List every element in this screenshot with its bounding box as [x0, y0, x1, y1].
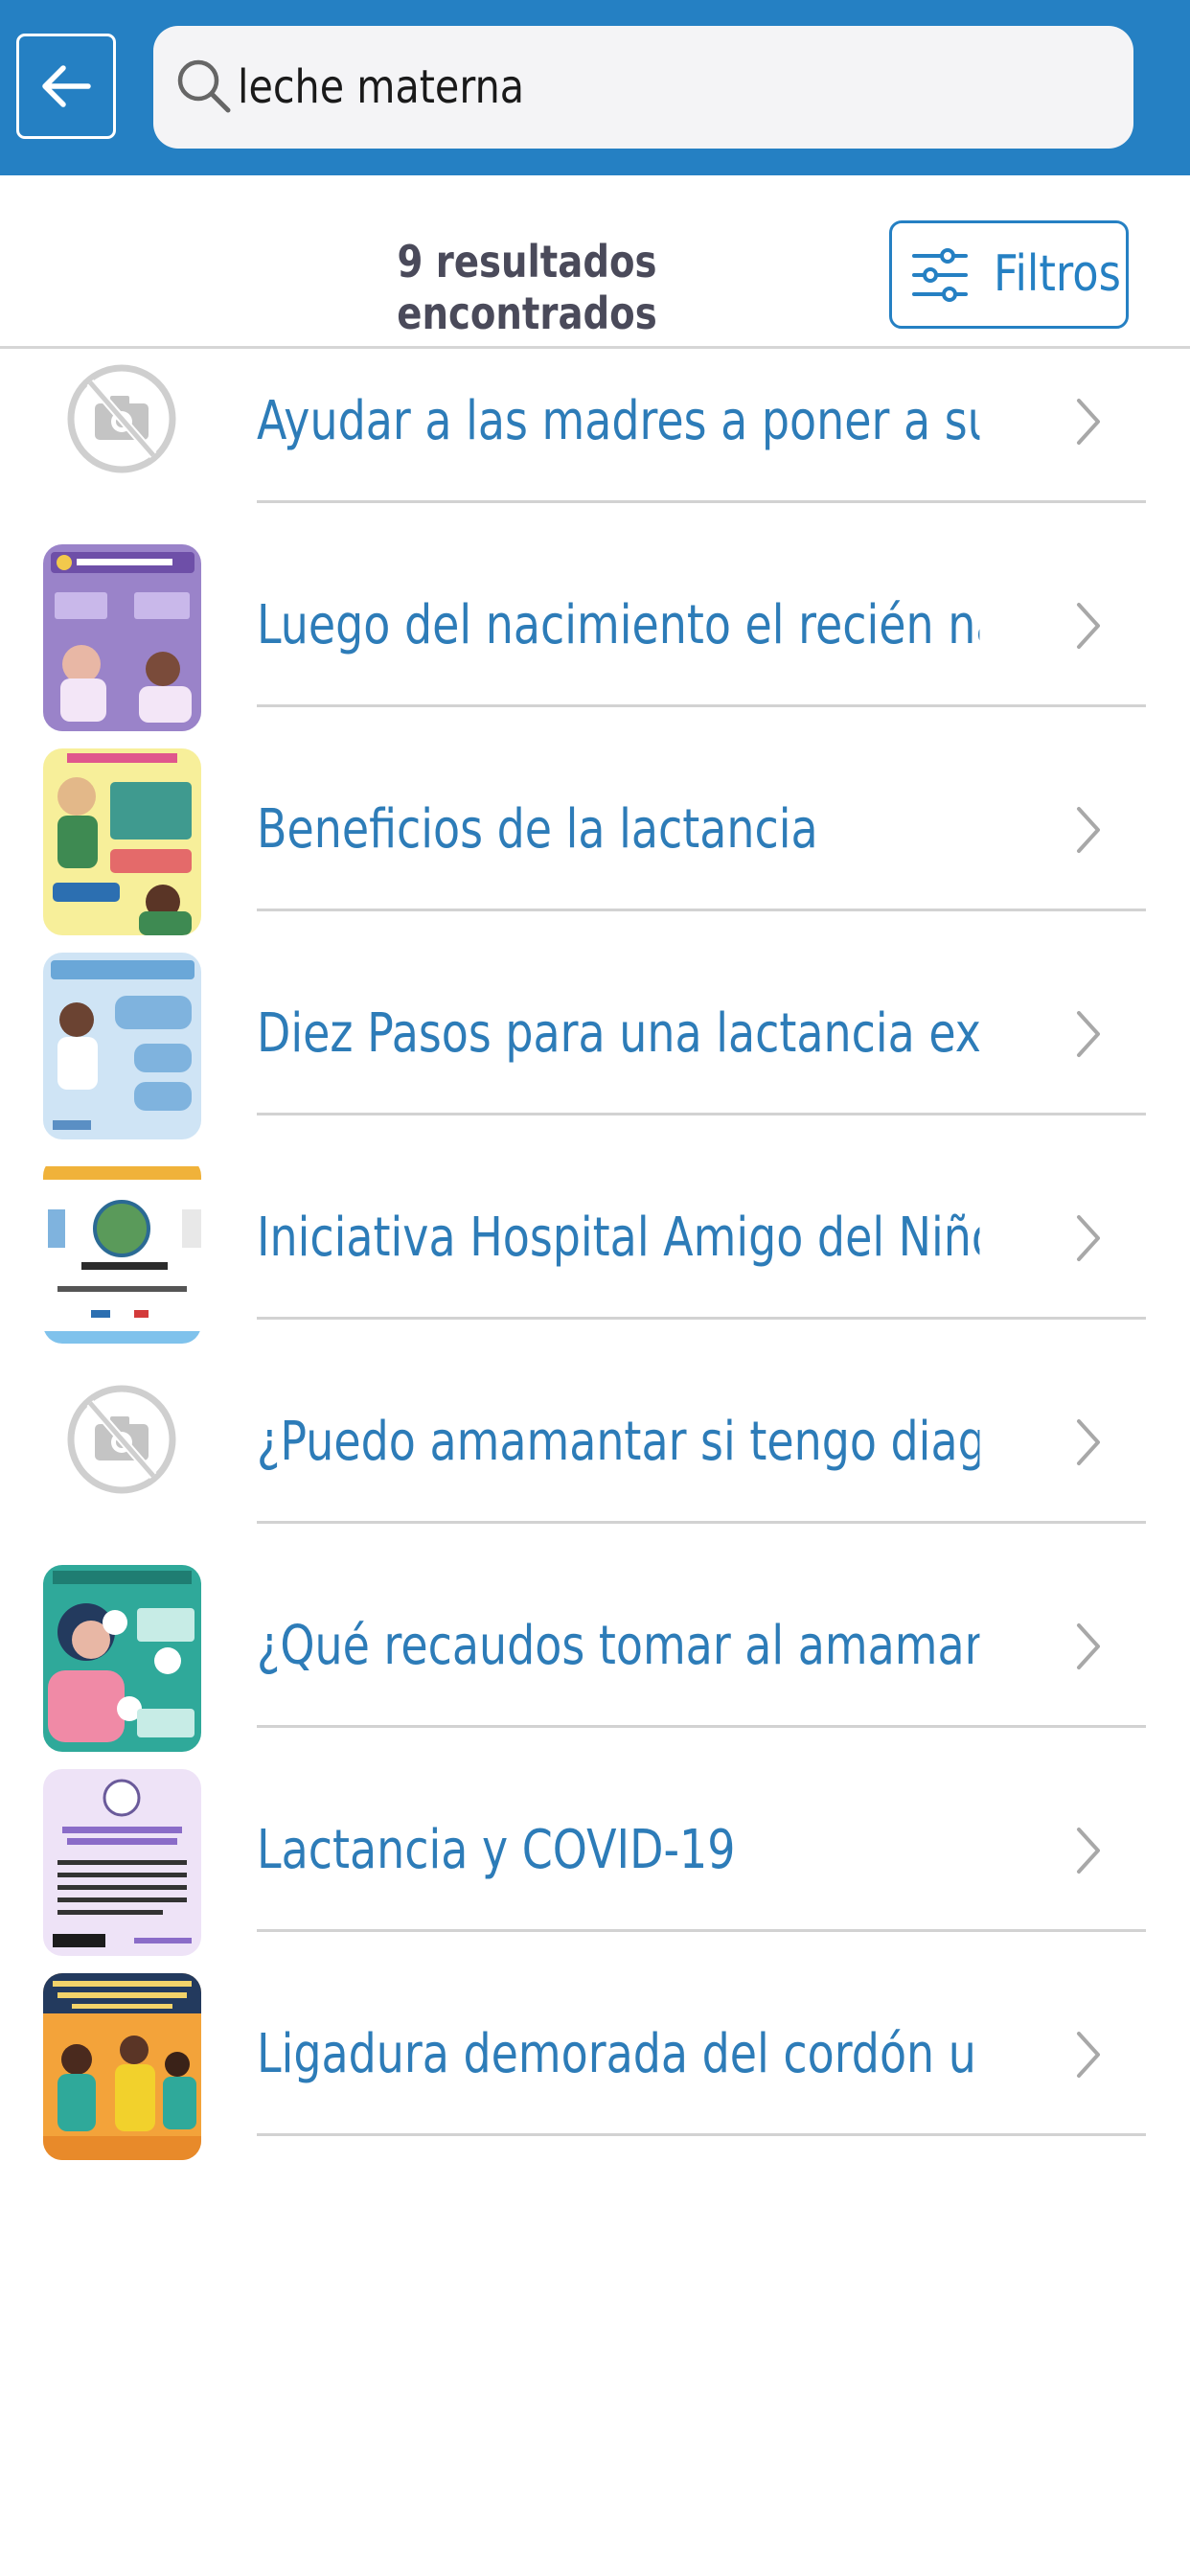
sliders-icon — [912, 248, 968, 302]
chevron-right-icon — [1077, 807, 1100, 853]
chevron-right-icon — [1077, 2032, 1100, 2078]
lavender-ops-covid-infographic — [43, 1769, 201, 1956]
chevron-right-icon — [1077, 1011, 1100, 1057]
search-bar[interactable] — [153, 26, 1133, 149]
orange-umbilical-cord-infographic — [43, 1973, 201, 2160]
result-item[interactable]: ¿Puedo amamantar si tengo diagnósti… — [0, 1322, 1190, 1527]
result-item[interactable]: ¿Qué recaudos tomar al amamantar si… — [0, 1527, 1190, 1752]
no-image-placeholder-icon — [67, 1385, 176, 1494]
back-button[interactable] — [16, 34, 116, 139]
row-divider — [257, 1317, 1146, 1320]
yellow-baby-infographic — [43, 748, 201, 935]
result-thumbnail — [43, 1361, 201, 1548]
arrow-left-icon — [42, 65, 91, 107]
row-divider — [257, 1929, 1146, 1932]
row-divider — [257, 1725, 1146, 1728]
top-app-bar — [0, 0, 1190, 175]
result-title: Ayudar a las madres a poner a su beb… — [257, 390, 979, 452]
chevron-right-icon — [1077, 1828, 1100, 1874]
result-title: Ligadura demorada del cordón umbili… — [257, 2023, 979, 2085]
results-list: Ayudar a las madres a poner a su beb… Lu… — [0, 302, 1190, 2160]
result-item[interactable]: Beneficios de la lactancia — [0, 710, 1190, 935]
row-divider — [257, 2133, 1146, 2136]
result-thumbnail — [43, 1769, 201, 1956]
result-title: Diez Pasos para una lactancia exitosa — [257, 1002, 980, 1065]
result-thumbnail — [43, 340, 201, 527]
result-title: Iniciativa Hospital Amigo del Niño — [257, 1207, 980, 1269]
chevron-right-icon — [1077, 603, 1100, 649]
result-thumbnail — [43, 953, 201, 1139]
teal-mother-covid-infographic — [43, 1565, 201, 1752]
chevron-right-icon — [1077, 1419, 1100, 1465]
result-item[interactable]: Lactancia y COVID-19 — [0, 1731, 1190, 1956]
result-thumbnail — [43, 544, 201, 731]
chevron-right-icon — [1077, 1623, 1100, 1669]
light-blue-hospital-policy-infographic — [43, 953, 201, 1139]
result-item[interactable]: Diez Pasos para una lactancia exitosa — [0, 914, 1190, 1139]
result-thumbnail — [43, 748, 201, 935]
row-divider — [257, 908, 1146, 911]
result-title: ¿Puedo amamantar si tengo diagnósti… — [257, 1411, 979, 1473]
search-icon — [177, 59, 231, 113]
row-divider — [257, 1521, 1146, 1524]
result-thumbnail — [43, 1157, 201, 1344]
result-item[interactable]: Iniciativa Hospital Amigo del Niño — [0, 1118, 1190, 1344]
result-item[interactable]: Luego del nacimiento el recién nacido… — [0, 506, 1190, 731]
result-title: Lactancia y COVID-19 — [257, 1819, 736, 1881]
search-input[interactable] — [238, 26, 979, 149]
result-thumbnail — [43, 1973, 201, 2160]
result-thumbnail — [43, 1565, 201, 1752]
world-breastfeeding-week-poster — [43, 1157, 201, 1344]
result-item[interactable]: Ligadura demorada del cordón umbili… — [0, 1935, 1190, 2160]
chevron-right-icon — [1077, 1215, 1100, 1261]
result-item[interactable]: Ayudar a las madres a poner a su beb… — [0, 302, 1190, 506]
result-title: Luego del nacimiento el recién nacido… — [257, 594, 979, 656]
row-divider — [257, 1113, 1146, 1116]
result-title: ¿Qué recaudos tomar al amamantar si… — [257, 1615, 979, 1677]
purple-rooming-in-infographic — [43, 544, 201, 731]
result-title: Beneficios de la lactancia — [257, 798, 818, 861]
row-divider — [257, 704, 1146, 707]
chevron-right-icon — [1077, 399, 1100, 445]
row-divider — [257, 500, 1146, 503]
no-image-placeholder-icon — [67, 364, 176, 473]
